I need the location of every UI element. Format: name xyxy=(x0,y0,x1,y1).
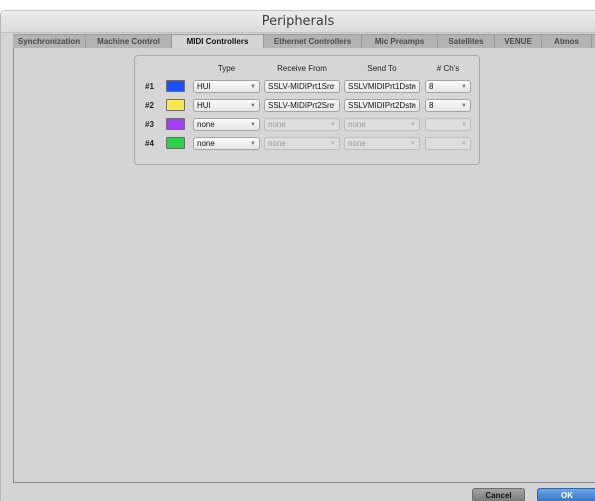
tab-satellites[interactable]: Satellites xyxy=(438,35,495,48)
tab-venue[interactable]: VENUE xyxy=(495,35,542,48)
type-value: HUI xyxy=(197,82,211,91)
channels-value: 8 xyxy=(429,82,434,91)
controller-row-2: #2 HUI ▼ SSLV-MIDIPrt2Src ▼ SSLVMIDIPrt2… xyxy=(135,99,479,113)
channels-value: 8 xyxy=(429,101,434,110)
chevron-down-icon: ▼ xyxy=(461,84,467,90)
chevron-down-icon: ▼ xyxy=(410,122,416,128)
controller-row-1: #1 HUI ▼ SSLV-MIDIPrt1Src ▼ SSLVMIDIPrt1… xyxy=(135,80,479,94)
controllers-panel: Type Receive From Send To # Ch's #1 HUI … xyxy=(134,55,480,165)
header-channels: # Ch's xyxy=(436,64,460,73)
chevron-down-icon: ▼ xyxy=(461,122,467,128)
tab-bar: Synchronization Machine Control MIDI Con… xyxy=(13,34,595,48)
chevron-down-icon: ▼ xyxy=(461,141,467,147)
send-to-value: none xyxy=(348,120,366,129)
window-title: Peripherals xyxy=(1,11,595,33)
controller-row-4: #4 none ▼ none ▼ none ▼ ▼ xyxy=(135,137,479,151)
chevron-down-icon: ▼ xyxy=(330,84,336,90)
chevron-down-icon: ▼ xyxy=(250,84,256,90)
send-to-value: none xyxy=(348,139,366,148)
tab-atmos[interactable]: Atmos xyxy=(542,35,592,48)
send-to-value: SSLVMIDIPrt1Dstn xyxy=(348,82,416,91)
type-select[interactable]: HUI ▼ xyxy=(193,99,260,112)
channels-select[interactable]: 8 ▼ xyxy=(425,80,471,93)
type-value: none xyxy=(197,120,215,129)
receive-from-select: none ▼ xyxy=(264,137,340,150)
receive-from-value: SSLV-MIDIPrt1Src xyxy=(268,82,334,91)
chevron-down-icon: ▼ xyxy=(330,122,336,128)
type-select[interactable]: none ▼ xyxy=(193,137,260,150)
header-type: Type xyxy=(217,64,236,73)
chevron-down-icon: ▼ xyxy=(410,103,416,109)
dialog-footer: Cancel OK xyxy=(13,484,595,501)
cancel-button[interactable]: Cancel xyxy=(472,488,525,501)
row-number: #3 xyxy=(145,120,154,129)
tab-midi-controllers[interactable]: MIDI Controllers xyxy=(172,35,264,48)
chevron-down-icon: ▼ xyxy=(250,141,256,147)
tab-machine-control[interactable]: Machine Control xyxy=(86,35,172,48)
receive-from-value: SSLV-MIDIPrt2Src xyxy=(268,101,334,110)
channels-select: ▼ xyxy=(425,137,471,150)
receive-from-select[interactable]: SSLV-MIDIPrt1Src ▼ xyxy=(264,80,340,93)
chevron-down-icon: ▼ xyxy=(461,103,467,109)
receive-from-select[interactable]: SSLV-MIDIPrt2Src ▼ xyxy=(264,99,340,112)
chevron-down-icon: ▼ xyxy=(410,141,416,147)
type-select[interactable]: HUI ▼ xyxy=(193,80,260,93)
type-value: none xyxy=(197,139,215,148)
tab-ethernet-controllers[interactable]: Ethernet Controllers xyxy=(264,35,362,48)
receive-from-value: none xyxy=(268,139,286,148)
color-swatch[interactable] xyxy=(166,80,185,92)
chevron-down-icon: ▼ xyxy=(410,84,416,90)
chevron-down-icon: ▼ xyxy=(250,122,256,128)
chevron-down-icon: ▼ xyxy=(250,103,256,109)
type-value: HUI xyxy=(197,101,211,110)
channels-select: ▼ xyxy=(425,118,471,131)
send-to-value: SSLVMIDIPrt2Dstn xyxy=(348,101,416,110)
type-select[interactable]: none ▼ xyxy=(193,118,260,131)
send-to-select: none ▼ xyxy=(344,137,420,150)
send-to-select[interactable]: SSLVMIDIPrt2Dstn ▼ xyxy=(344,99,420,112)
color-swatch[interactable] xyxy=(166,118,185,130)
receive-from-select: none ▼ xyxy=(264,118,340,131)
tab-mic-preamps[interactable]: Mic Preamps xyxy=(362,35,438,48)
receive-from-value: none xyxy=(268,120,286,129)
channels-select[interactable]: 8 ▼ xyxy=(425,99,471,112)
controller-row-3: #3 none ▼ none ▼ none ▼ ▼ xyxy=(135,118,479,132)
chevron-down-icon: ▼ xyxy=(330,103,336,109)
color-swatch[interactable] xyxy=(166,99,185,111)
row-number: #4 xyxy=(145,139,154,148)
midi-controllers-pane: Type Receive From Send To # Ch's #1 HUI … xyxy=(13,48,595,483)
send-to-select: none ▼ xyxy=(344,118,420,131)
color-swatch[interactable] xyxy=(166,137,185,149)
chevron-down-icon: ▼ xyxy=(330,141,336,147)
peripherals-window: Peripherals Synchronization Machine Cont… xyxy=(0,10,595,501)
row-number: #1 xyxy=(145,82,154,91)
header-receive-from: Receive From xyxy=(277,64,327,73)
row-number: #2 xyxy=(145,101,154,110)
send-to-select[interactable]: SSLVMIDIPrt1Dstn ▼ xyxy=(344,80,420,93)
tab-synchronization[interactable]: Synchronization xyxy=(13,35,86,48)
header-send-to: Send To xyxy=(367,64,397,73)
ok-button[interactable]: OK xyxy=(537,488,595,501)
